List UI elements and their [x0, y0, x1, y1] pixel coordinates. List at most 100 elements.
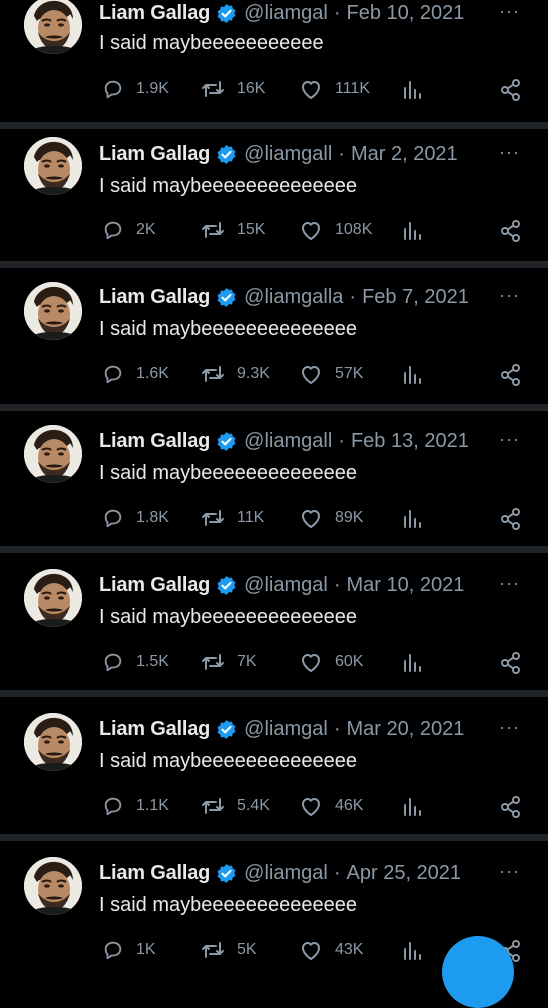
reply-button[interactable]: 2K: [102, 219, 156, 241]
views-bar-icon: [402, 651, 428, 673]
avatar[interactable]: [24, 137, 82, 195]
author-name[interactable]: Liam Gallag: [99, 143, 210, 166]
more-dots-icon[interactable]: ···: [499, 718, 520, 736]
retweet-button[interactable]: 11K: [201, 507, 264, 529]
heart-icon: [299, 219, 329, 241]
retweet-icon: [201, 939, 231, 961]
tweet-text: I said maybeeeeeeeeeee: [99, 32, 324, 54]
tweet-date[interactable]: Apr 25, 2021: [347, 862, 462, 885]
like-button[interactable]: 108K: [299, 219, 372, 241]
tweet[interactable]: Liam Gallag @liamgall · Mar 2, 2021 ··· …: [0, 129, 548, 257]
more-dots-icon[interactable]: ···: [499, 862, 520, 880]
tweet-date[interactable]: Mar 2, 2021: [351, 143, 458, 166]
reply-count: 1.1K: [136, 797, 169, 814]
author-name[interactable]: Liam Gallag: [99, 286, 210, 309]
tweet-header: Liam Gallag @liamgall · Mar 2, 2021: [99, 141, 458, 167]
tweet-date[interactable]: Feb 10, 2021: [347, 2, 465, 25]
retweet-count: 5K: [237, 941, 257, 958]
verified-badge-icon: [216, 431, 237, 452]
retweet-button[interactable]: 5K: [201, 939, 257, 961]
more-dots-icon[interactable]: ···: [499, 574, 520, 592]
heart-icon: [299, 651, 329, 673]
author-handle[interactable]: @liamgal: [244, 718, 328, 741]
verified-badge-icon: [216, 863, 237, 884]
author-handle[interactable]: @liamgal: [244, 2, 328, 25]
avatar[interactable]: [24, 425, 82, 483]
tweet[interactable]: Liam Gallag @liamgal · Mar 20, 2021 ··· …: [0, 697, 548, 825]
like-button[interactable]: 43K: [299, 939, 363, 961]
views-button[interactable]: [402, 219, 434, 241]
views-button[interactable]: [402, 939, 434, 961]
author-name[interactable]: Liam Gallag: [99, 574, 210, 597]
reply-button[interactable]: 1.1K: [102, 795, 169, 817]
share-button[interactable]: [499, 651, 533, 675]
avatar[interactable]: [24, 713, 82, 771]
retweet-icon: [201, 795, 231, 817]
author-name[interactable]: Liam Gallag: [99, 862, 210, 885]
heart-icon: [299, 363, 329, 385]
author-handle[interactable]: @liamgal: [244, 574, 328, 597]
reply-button[interactable]: 1.5K: [102, 651, 169, 673]
retweet-button[interactable]: 16K: [201, 78, 265, 100]
tweet-date[interactable]: Feb 7, 2021: [362, 286, 469, 309]
tweet[interactable]: Liam Gallag @liamgall · Feb 13, 2021 ···…: [0, 411, 548, 539]
tweet[interactable]: Liam Gallag @liamgalla · Feb 7, 2021 ···…: [0, 268, 548, 396]
views-button[interactable]: [402, 795, 434, 817]
tweet[interactable]: Liam Gallag @liamgal · Feb 10, 2021 ··· …: [0, 0, 548, 128]
author-name[interactable]: Liam Gallag: [99, 2, 210, 25]
share-icon: [499, 651, 527, 675]
views-button[interactable]: [402, 507, 434, 529]
separator-dot: ·: [338, 429, 345, 452]
share-icon: [499, 78, 527, 102]
share-button[interactable]: [499, 363, 533, 387]
tweet-actions: 2K 15K 108K: [0, 219, 548, 247]
retweet-count: 16K: [237, 80, 266, 97]
views-button[interactable]: [402, 78, 434, 100]
avatar[interactable]: [24, 0, 82, 54]
reply-button[interactable]: 1K: [102, 939, 156, 961]
retweet-button[interactable]: 7K: [201, 651, 257, 673]
retweet-count: 7K: [237, 653, 257, 670]
author-name[interactable]: Liam Gallag: [99, 430, 210, 453]
reply-button[interactable]: 1.8K: [102, 507, 169, 529]
share-button[interactable]: [499, 795, 533, 819]
share-button[interactable]: [499, 78, 533, 102]
like-button[interactable]: 46K: [299, 795, 363, 817]
like-button[interactable]: 57K: [299, 363, 363, 385]
verified-badge-icon: [216, 719, 237, 740]
tweet-date[interactable]: Mar 20, 2021: [347, 718, 465, 741]
like-button[interactable]: 60K: [299, 651, 363, 673]
compose-button[interactable]: [442, 936, 514, 1008]
more-dots-icon[interactable]: ···: [499, 286, 520, 304]
retweet-button[interactable]: 5.4K: [201, 795, 270, 817]
views-bar-icon: [402, 507, 428, 529]
share-button[interactable]: [499, 507, 533, 531]
avatar[interactable]: [24, 857, 82, 915]
retweet-button[interactable]: 9.3K: [201, 363, 270, 385]
retweet-button[interactable]: 15K: [201, 219, 265, 241]
author-handle[interactable]: @liamgall: [244, 430, 332, 453]
like-button[interactable]: 111K: [299, 78, 370, 100]
avatar[interactable]: [24, 282, 82, 340]
author-handle[interactable]: @liamgalla: [244, 286, 343, 309]
tweet-date[interactable]: Feb 13, 2021: [351, 430, 469, 453]
more-dots-icon[interactable]: ···: [499, 143, 520, 161]
reply-button[interactable]: 1.9K: [102, 78, 169, 100]
share-button[interactable]: [499, 219, 533, 243]
reply-button[interactable]: 1.6K: [102, 363, 169, 385]
heart-icon: [299, 78, 329, 100]
author-handle[interactable]: @liamgal: [244, 862, 328, 885]
author-handle[interactable]: @liamgall: [244, 143, 332, 166]
like-count: 43K: [335, 941, 364, 958]
views-button[interactable]: [402, 651, 434, 673]
views-button[interactable]: [402, 363, 434, 385]
tweet-date[interactable]: Mar 10, 2021: [347, 574, 465, 597]
avatar[interactable]: [24, 569, 82, 627]
more-dots-icon[interactable]: ···: [499, 2, 520, 20]
retweet-count: 15K: [237, 221, 266, 238]
tweet[interactable]: Liam Gallag @liamgal · Mar 10, 2021 ··· …: [0, 553, 548, 681]
author-name[interactable]: Liam Gallag: [99, 718, 210, 741]
tweet-divider: [0, 834, 548, 841]
like-button[interactable]: 89K: [299, 507, 363, 529]
more-dots-icon[interactable]: ···: [499, 430, 520, 448]
